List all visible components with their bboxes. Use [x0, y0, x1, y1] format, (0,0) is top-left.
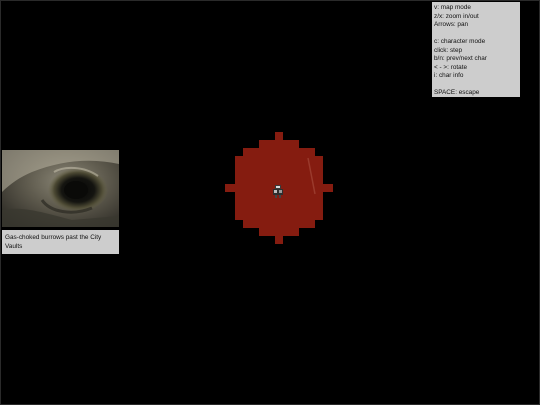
location-caption-text: Gas-choked burrows past the City Vaults	[5, 234, 102, 250]
help-spacer	[434, 30, 518, 39]
character-sprite-icon[interactable]	[270, 183, 286, 199]
help-line: b/n: prev/next char	[434, 55, 487, 62]
location-preview-image	[2, 150, 119, 227]
help-line: v: map mode	[434, 4, 471, 11]
help-line: z/x: zoom in/out	[434, 12, 479, 20]
help-line: Arrows: pan	[434, 21, 469, 28]
controls-help-panel: v: map mode z/x: zoom in/out Arrows: pan…	[432, 2, 520, 97]
game-viewport[interactable]: v: map mode z/x: zoom in/out Arrows: pan…	[0, 0, 540, 405]
help-spacer	[434, 81, 518, 90]
help-line: < - >: rotate	[434, 63, 468, 71]
help-line: i: char info	[434, 72, 464, 79]
help-line: SPACE: escape	[434, 89, 480, 96]
location-caption: Gas-choked burrows past the City Vaults	[2, 230, 119, 254]
help-line: click: step	[434, 46, 463, 54]
help-line: c: character mode	[434, 38, 486, 45]
